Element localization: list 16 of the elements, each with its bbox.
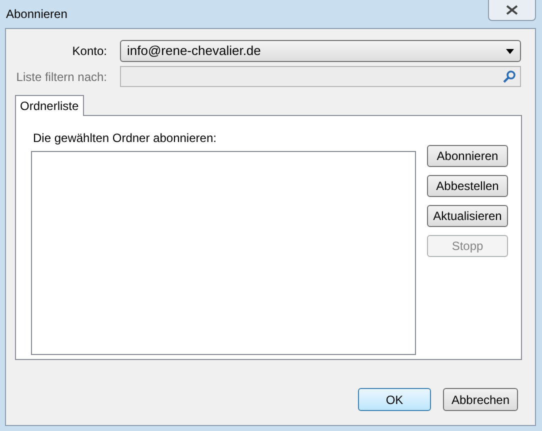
- dialog-button[interactable]: OK: [358, 388, 431, 411]
- side-button[interactable]: Abonnieren: [427, 145, 508, 167]
- dialog-button[interactable]: Abbrechen: [443, 388, 518, 411]
- side-button[interactable]: Aktualisieren: [427, 205, 508, 227]
- close-button[interactable]: [488, 0, 536, 21]
- tab[interactable]: Ordnerliste: [15, 95, 84, 116]
- account-dropdown[interactable]: info@rene-chevalier.de: [120, 40, 521, 62]
- window-title: Abonnieren: [6, 6, 68, 23]
- folder-list[interactable]: [31, 151, 416, 355]
- account-label: Konto:: [71, 43, 108, 60]
- search-icon: [503, 70, 516, 83]
- close-icon: [506, 5, 518, 15]
- filter-label: Liste filtern nach:: [15, 68, 108, 86]
- folder-list-label: Die gewählten Ordner abonnieren:: [33, 130, 218, 147]
- side-button[interactable]: Abbestellen: [427, 175, 508, 197]
- dropdown-arrow-icon: [506, 48, 514, 54]
